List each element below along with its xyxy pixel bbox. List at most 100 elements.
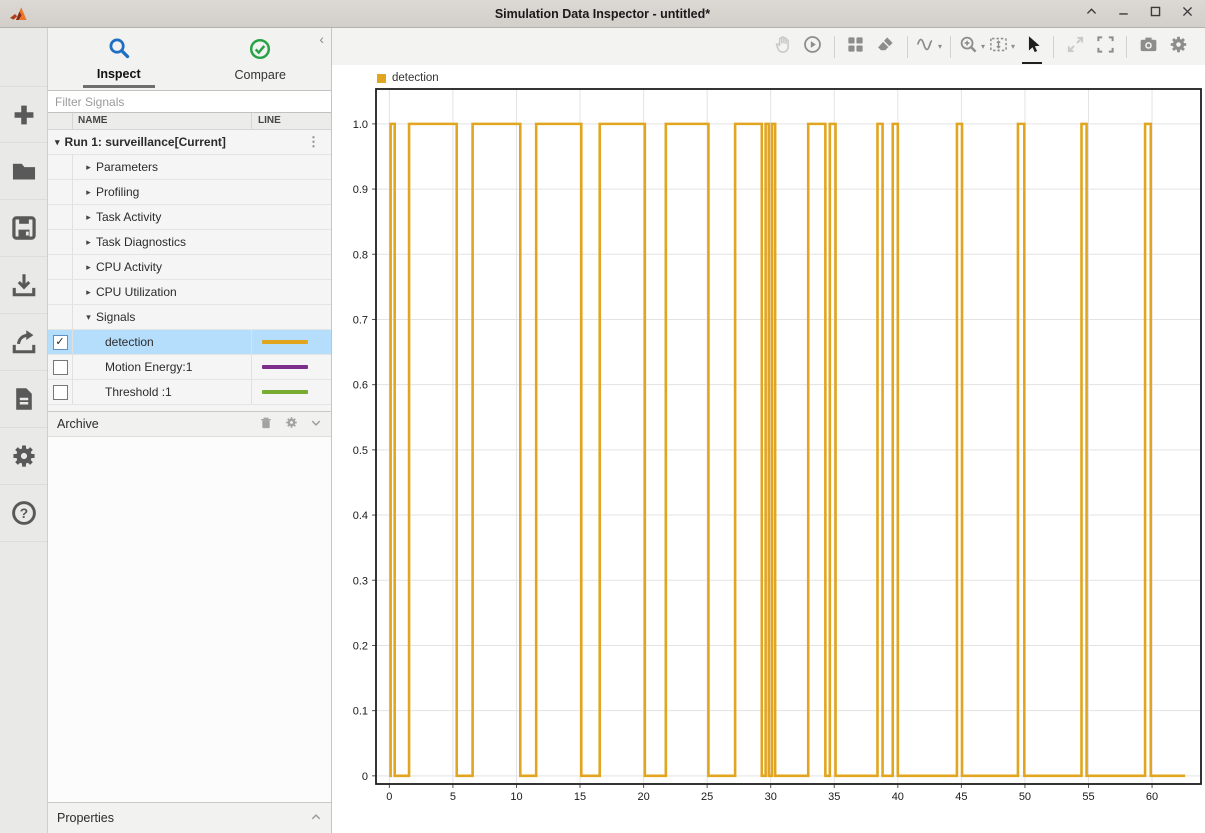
- zoom-region-button[interactable]: ▾: [987, 34, 1017, 60]
- tab-compare[interactable]: Compare: [190, 28, 332, 90]
- signal-row[interactable]: ✓detection: [48, 330, 331, 355]
- pointer-button[interactable]: [1017, 34, 1047, 60]
- open-button[interactable]: [0, 143, 47, 200]
- signal-row[interactable]: Threshold :1: [48, 380, 331, 405]
- column-header-line: LINE: [251, 113, 331, 129]
- column-header-name: NAME: [73, 113, 251, 129]
- snapshot-button[interactable]: [1133, 34, 1163, 60]
- expand-icon: [1066, 35, 1085, 59]
- plot-toolbar: ▾ ▾ ▾: [332, 28, 1205, 65]
- layout-button[interactable]: [841, 34, 871, 60]
- tree-group-row[interactable]: ▾Signals: [48, 305, 331, 330]
- import-button[interactable]: [0, 257, 47, 314]
- new-button[interactable]: [0, 86, 47, 143]
- caret-right-icon[interactable]: ▸: [82, 162, 95, 173]
- caret-down-icon[interactable]: ▾: [55, 137, 60, 148]
- toolbar-separator: [950, 36, 951, 58]
- archive-empty-area: [48, 437, 331, 802]
- collapse-window-button[interactable]: [1084, 7, 1099, 22]
- svg-text:0.6: 0.6: [353, 380, 368, 392]
- maximize-icon: [1149, 5, 1162, 23]
- fit-to-view-button[interactable]: [1090, 34, 1120, 60]
- signal-row[interactable]: Motion Energy:1: [48, 355, 331, 380]
- check-circle-icon: [249, 38, 271, 65]
- caret-down-icon[interactable]: ▾: [82, 312, 95, 323]
- tab-inspect[interactable]: Inspect: [48, 28, 190, 90]
- collapse-sidebar-icon[interactable]: ‹: [319, 31, 324, 47]
- signal-wave-icon: [916, 35, 935, 59]
- signal-line-swatch: [262, 365, 308, 369]
- preferences-button[interactable]: [0, 428, 47, 485]
- toolbar-separator: [907, 36, 908, 58]
- window-title: Simulation Data Inspector - untitled*: [0, 7, 1205, 21]
- close-button[interactable]: [1180, 7, 1195, 22]
- tab-compare-label: Compare: [235, 68, 286, 86]
- minimize-icon: [1117, 5, 1130, 23]
- group-label: CPU Utilization: [96, 285, 177, 299]
- svg-text:60: 60: [1146, 791, 1158, 803]
- replay-button[interactable]: [798, 34, 828, 60]
- tree-group-row[interactable]: ▸Profiling: [48, 180, 331, 205]
- run-label: Run 1: surveillance[Current]: [65, 135, 226, 149]
- caret-right-icon[interactable]: ▸: [82, 287, 95, 298]
- trash-icon[interactable]: [259, 416, 273, 433]
- signal-plot[interactable]: 05101520253035404550556000.10.20.30.40.5…: [332, 65, 1205, 833]
- clear-plot-button[interactable]: [871, 34, 901, 60]
- dropdown-caret-icon[interactable]: ▾: [1011, 42, 1015, 51]
- svg-text:0.1: 0.1: [353, 706, 368, 718]
- tree-group-row[interactable]: ▸CPU Activity: [48, 255, 331, 280]
- group-label: Parameters: [96, 160, 158, 174]
- toolbar-separator: [834, 36, 835, 58]
- svg-text:0.4: 0.4: [353, 510, 368, 522]
- archive-settings-gear-icon[interactable]: [285, 416, 298, 432]
- report-button[interactable]: [0, 371, 47, 428]
- svg-text:0: 0: [386, 791, 392, 803]
- group-label: Profiling: [96, 185, 139, 199]
- legend-label: detection: [392, 72, 439, 84]
- save-icon: [11, 215, 37, 241]
- signal-line-swatch: [262, 340, 308, 344]
- help-icon: ?: [11, 500, 37, 526]
- plot-area: detection 05101520253035404550556000.10.…: [332, 65, 1205, 833]
- dropdown-caret-icon[interactable]: ▾: [981, 42, 985, 51]
- kebab-menu-icon[interactable]: ⋮: [307, 134, 320, 150]
- save-button[interactable]: [0, 200, 47, 257]
- dropdown-caret-icon[interactable]: ▾: [938, 42, 942, 51]
- minimize-button[interactable]: [1116, 7, 1131, 22]
- caret-right-icon[interactable]: ▸: [82, 187, 95, 198]
- properties-bar[interactable]: Properties: [48, 802, 331, 833]
- help-button[interactable]: ?: [0, 485, 47, 542]
- export-button[interactable]: [0, 314, 47, 371]
- signal-tree: ▾ Run 1: surveillance[Current] ⋮ ▸Parame…: [48, 130, 331, 405]
- tree-group-row[interactable]: ▸Task Activity: [48, 205, 331, 230]
- archive-bar[interactable]: Archive: [48, 411, 331, 437]
- svg-text:20: 20: [637, 791, 649, 803]
- svg-text:0.9: 0.9: [353, 184, 368, 196]
- app-window: Simulation Data Inspector - untitled* ? …: [0, 0, 1205, 833]
- group-label: CPU Activity: [96, 260, 162, 274]
- gear-icon: [11, 443, 37, 469]
- sidebar: Inspect Compare ‹ NAME LINE ▾: [48, 28, 332, 833]
- tree-group-row[interactable]: ▸CPU Utilization: [48, 280, 331, 305]
- caret-right-icon[interactable]: ▸: [82, 212, 95, 223]
- chevron-down-icon[interactable]: [310, 417, 322, 432]
- signal-options-button[interactable]: ▾: [914, 34, 944, 60]
- fit-screen-icon: [1096, 35, 1115, 59]
- chevron-up-icon[interactable]: [310, 811, 322, 826]
- signal-checkbox[interactable]: [53, 385, 68, 400]
- hand-icon: [773, 35, 792, 59]
- signal-checkbox[interactable]: ✓: [53, 335, 68, 350]
- run-row[interactable]: ▾ Run 1: surveillance[Current] ⋮: [48, 130, 331, 155]
- signal-checkbox[interactable]: [53, 360, 68, 375]
- filter-signals-input[interactable]: [48, 90, 331, 113]
- caret-right-icon[interactable]: ▸: [82, 262, 95, 273]
- maximize-button[interactable]: [1148, 7, 1163, 22]
- tree-group-row[interactable]: ▸Task Diagnostics: [48, 230, 331, 255]
- zoom-in-button[interactable]: ▾: [957, 34, 987, 60]
- caret-right-icon[interactable]: ▸: [82, 237, 95, 248]
- import-icon: [11, 272, 37, 298]
- plot-settings-button[interactable]: [1163, 34, 1193, 60]
- svg-text:40: 40: [892, 791, 904, 803]
- plus-icon: [11, 102, 37, 128]
- tree-group-row[interactable]: ▸Parameters: [48, 155, 331, 180]
